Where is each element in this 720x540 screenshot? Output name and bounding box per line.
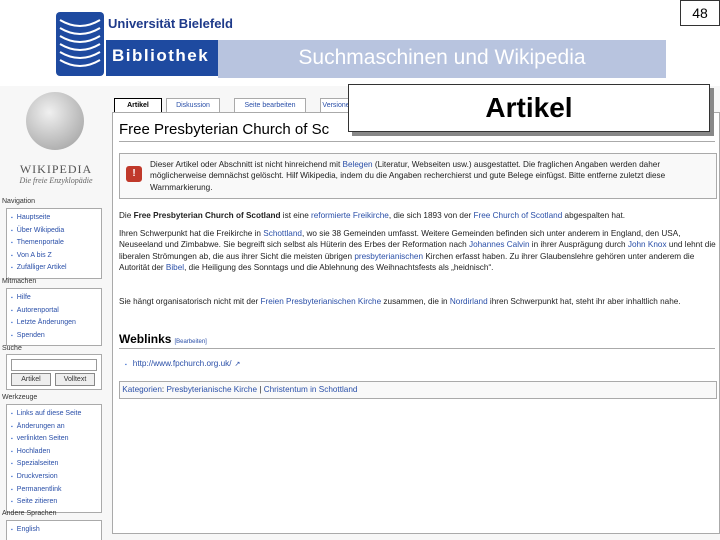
notice-box: ! Dieser Artikel oder Abschnitt ist nich… bbox=[119, 153, 717, 199]
wikipedia-globe-icon bbox=[26, 92, 84, 150]
slide-title: Suchmaschinen und Wikipedia bbox=[298, 46, 586, 69]
wikipedia-sidebar: WIKIPEDIA Die freie Enzyklopädie Navigat… bbox=[0, 86, 104, 540]
notice-text: Dieser Artikel oder Abschnitt ist nicht … bbox=[150, 160, 666, 192]
paragraph-main: Ihren Schwerpunkt hat die Freikirche in … bbox=[119, 229, 716, 272]
tool-item[interactable]: Änderungen an bbox=[11, 421, 101, 434]
search-input[interactable] bbox=[11, 359, 97, 371]
page-number: 48 bbox=[680, 0, 720, 26]
search-title: Suche bbox=[2, 345, 22, 352]
warning-icon: ! bbox=[126, 166, 142, 182]
search-fulltext-button[interactable]: Volltext bbox=[55, 373, 95, 386]
wikipedia-wordmark: WIKIPEDIA bbox=[19, 162, 93, 176]
weblinks-heading: Weblinks [Bearbeiten] bbox=[119, 332, 207, 346]
paragraph-intro: Die Free Presbyterian Church of Scotland… bbox=[119, 211, 626, 220]
wikipedia-logo[interactable]: WIKIPEDIA Die freie Enzyklopädie bbox=[6, 90, 98, 196]
article-link[interactable]: John Knox bbox=[628, 240, 667, 249]
title-divider bbox=[119, 141, 715, 142]
tool-item[interactable]: Seite zitieren bbox=[11, 496, 101, 509]
article-link[interactable]: Bibel bbox=[166, 263, 184, 272]
article-link[interactable]: reformierte Freikirche bbox=[311, 211, 389, 220]
article-content: Free Presbyterian Church of Sc ! Dieser … bbox=[112, 112, 720, 534]
tool-item[interactable]: Permanentlink bbox=[11, 484, 101, 497]
article-link[interactable]: Schottland bbox=[263, 229, 302, 238]
weblinks-divider bbox=[119, 348, 715, 349]
tool-item[interactable]: Links auf diese Seite bbox=[11, 408, 101, 421]
mitmachen-portlet: Hilfe Autorenportal Letzte Änderungen Sp… bbox=[6, 288, 102, 347]
language-item[interactable]: English bbox=[11, 524, 101, 537]
tab-diskussion[interactable]: Diskussion bbox=[166, 98, 220, 112]
mitmachen-title: Mitmachen bbox=[2, 278, 37, 285]
edit-section-link[interactable]: [Bearbeiten] bbox=[174, 339, 206, 345]
nav-item[interactable]: Themenportale bbox=[11, 237, 101, 250]
mitmachen-item[interactable]: Spenden bbox=[11, 330, 101, 343]
article-link[interactable]: Free Church of Scotland bbox=[474, 211, 563, 220]
external-link[interactable]: ▪ http://www.fpchurch.org.uk/↗ bbox=[125, 359, 240, 368]
categories-box: Kategorien: Presbyterianische Kirche | C… bbox=[119, 381, 717, 399]
werkzeuge-title: Werkzeuge bbox=[2, 394, 38, 401]
slide-header: Universität Bielefeld Bibliothek Suchmas… bbox=[0, 0, 720, 86]
article-link[interactable]: presbyterianischen bbox=[354, 252, 423, 261]
article-link[interactable]: Nordirland bbox=[450, 297, 488, 306]
languages-title: Andere Sprachen bbox=[2, 510, 57, 517]
languages-portlet: English bbox=[6, 520, 102, 540]
article-link[interactable]: Johannes Calvin bbox=[469, 240, 530, 249]
search-article-button[interactable]: Artikel bbox=[11, 373, 51, 386]
article-title: Free Presbyterian Church of Sc bbox=[119, 121, 330, 138]
mitmachen-item[interactable]: Autorenportal bbox=[11, 305, 101, 318]
navigation-title: Navigation bbox=[2, 198, 36, 205]
tab-artikel[interactable]: Artikel bbox=[114, 98, 162, 112]
tab-seite-bearbeiten[interactable]: Seite bearbeiten bbox=[234, 98, 306, 112]
overlay-label: Artikel bbox=[348, 84, 710, 132]
mitmachen-item[interactable]: Letzte Änderungen bbox=[11, 317, 101, 330]
bullet-icon: ▪ bbox=[125, 362, 127, 368]
mitmachen-item[interactable]: Hilfe bbox=[11, 292, 101, 305]
article-link[interactable]: Freien Presbyterianischen Kirche bbox=[261, 297, 382, 306]
tool-item[interactable]: Hochladen bbox=[11, 446, 101, 459]
nav-item[interactable]: Von A bis Z bbox=[11, 250, 101, 263]
wikipedia-screenshot: WIKIPEDIA Die freie Enzyklopädie Navigat… bbox=[0, 86, 720, 540]
tool-item[interactable]: Druckversion bbox=[11, 471, 101, 484]
tool-item[interactable]: verlinkten Seiten bbox=[11, 433, 101, 446]
belegen-link[interactable]: Belegen bbox=[343, 160, 373, 169]
navigation-portlet: Hauptseite Über Wikipedia Themenportale … bbox=[6, 208, 102, 279]
external-link-icon: ↗ bbox=[234, 361, 241, 368]
university-logo: Universität Bielefeld Bibliothek bbox=[56, 12, 233, 78]
wikipedia-tagline: Die freie Enzyklopädie bbox=[19, 176, 93, 185]
paragraph-relation: Sie hängt organisatorisch nicht mit der … bbox=[119, 297, 681, 306]
search-portlet: Artikel Volltext bbox=[6, 354, 102, 390]
category-link[interactable]: Presbyterianische Kirche bbox=[166, 385, 257, 394]
werkzeuge-portlet: Links auf diese Seite Änderungen an verl… bbox=[6, 404, 102, 513]
nav-item[interactable]: Hauptseite bbox=[11, 212, 101, 225]
library-name: Bibliothek bbox=[112, 46, 210, 65]
categories-label[interactable]: Kategorien bbox=[122, 385, 162, 394]
nav-item[interactable]: Über Wikipedia bbox=[11, 225, 101, 238]
nav-item[interactable]: Zufälliger Artikel bbox=[11, 262, 101, 275]
university-name: Universität Bielefeld bbox=[108, 16, 233, 31]
university-emblem-icon bbox=[56, 12, 104, 76]
tool-item[interactable]: Spezialseiten bbox=[11, 458, 101, 471]
category-link[interactable]: Christentum in Schottland bbox=[264, 385, 358, 394]
